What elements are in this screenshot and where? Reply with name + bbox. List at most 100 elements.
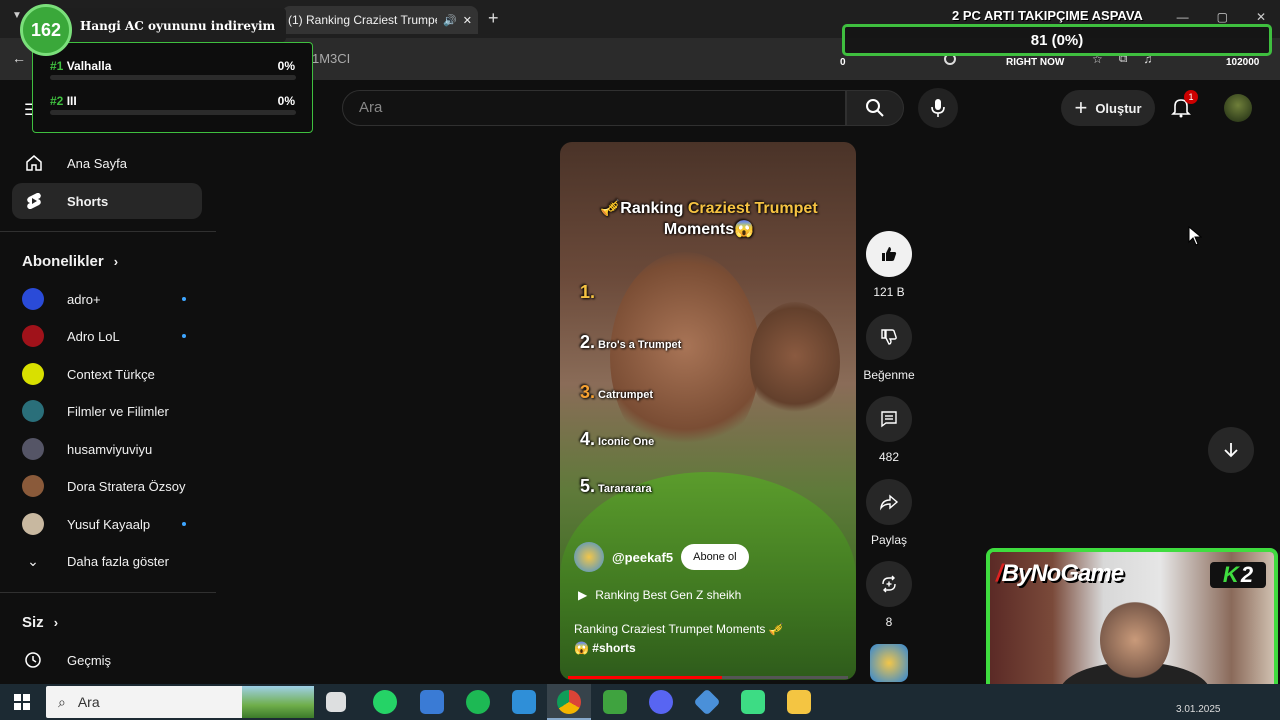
app-icon[interactable] (741, 690, 765, 714)
subscription-item[interactable]: Filmler ve Filimler (22, 396, 192, 426)
sidebar-divider (0, 592, 216, 593)
video-description[interactable]: Ranking Craziest Trumpet Moments 🎺 😱 #sh… (574, 620, 824, 658)
video-progress-bar[interactable] (568, 676, 848, 679)
dislike-button[interactable]: Beğenme (852, 314, 926, 382)
thumbs-up-icon (866, 231, 912, 277)
create-button[interactable]: + Oluştur (1061, 90, 1155, 126)
channel-avatar (22, 400, 44, 422)
subscription-item[interactable]: husamviyuviyu (22, 434, 192, 464)
channel-name: Dora Stratera Özsoy (67, 478, 186, 494)
discord-icon[interactable] (649, 690, 673, 714)
notifications-button[interactable]: 1 (1170, 90, 1198, 120)
new-content-dot (182, 297, 186, 301)
channel-name: Adro LoL (67, 328, 120, 344)
channel-handle[interactable]: @peekaf5 (612, 550, 673, 565)
taskbar-search-input[interactable]: ⌕ Ara (46, 686, 314, 718)
hashtag-link[interactable]: #shorts (592, 641, 635, 655)
account-avatar[interactable] (1224, 94, 1252, 122)
spotify-icon[interactable] (466, 690, 490, 714)
poll-question: Hangi AC oyununu indireyim (80, 19, 276, 33)
poll-vote-count: 162 (20, 4, 72, 56)
k2-letter: K (1222, 562, 1239, 587)
poll-option-percent: 0% (277, 94, 295, 108)
chrome-icon[interactable] (557, 690, 581, 714)
subscription-item[interactable]: Dora Stratera Özsoy (22, 471, 192, 501)
goal-progress-bar: 81 (0%) (842, 24, 1272, 56)
description-text: Ranking Craziest Trumpet Moments 🎺 (574, 622, 784, 636)
subscription-item[interactable]: Adro LoL (22, 321, 192, 351)
stream-poll-widget: #1 Valhalla 0% #2 III 0% (32, 42, 313, 133)
poll-option-rank: #1 (50, 59, 64, 73)
poll-option-percent: 0% (277, 59, 295, 73)
k2-number: 2 (1240, 562, 1254, 587)
sidebar-item-history[interactable]: Geçmiş (22, 645, 192, 675)
create-label: Oluştur (1095, 100, 1142, 116)
close-window-button[interactable]: ✕ (1256, 10, 1266, 24)
sound-thumbnail[interactable] (870, 644, 908, 682)
sidebar-item-shorts[interactable]: Shorts (12, 183, 202, 219)
channel-name: Yusuf Kayaalp (67, 516, 151, 532)
title-highlight: Craziest Trumpet (687, 200, 818, 217)
search-button[interactable] (846, 90, 904, 126)
windows-start-icon[interactable] (14, 694, 30, 710)
poll-option-rank: #2 (50, 94, 64, 108)
voice-search-button[interactable] (918, 88, 958, 128)
app-icon[interactable] (693, 688, 721, 716)
minecraft-icon[interactable] (603, 690, 627, 714)
you-title: Siz (22, 614, 44, 631)
next-video-button[interactable] (1208, 427, 1254, 473)
url-text[interactable]: 1M3CI (312, 51, 350, 66)
chevron-right-icon: › (113, 254, 119, 269)
browser-tab-active[interactable]: (1) Ranking Craziest Trumpet 🔊 ✕ (282, 6, 478, 34)
channel-avatar[interactable] (574, 542, 604, 572)
rank-item: 1. (580, 282, 598, 303)
task-view-icon[interactable] (326, 692, 346, 712)
subscribe-button[interactable]: Abone ol (681, 544, 749, 570)
show-more-button[interactable]: ⌄ Daha fazla göster (22, 546, 192, 576)
short-video-player[interactable]: 🎺Ranking Craziest Trumpet Moments😱 1. 2.… (560, 142, 856, 680)
like-button[interactable]: 121 B (862, 231, 916, 299)
streamer-face (1100, 600, 1170, 680)
title-text: Moments😱 (663, 221, 755, 238)
channel-avatar (22, 513, 44, 535)
you-heading[interactable]: Siz › (22, 614, 58, 631)
app-icon[interactable] (420, 690, 444, 714)
rank-number: 3. (580, 382, 596, 402)
windows-taskbar: ⌕ Ara (0, 684, 1280, 720)
remix-count: 8 (885, 615, 893, 629)
subscription-item[interactable]: adro+ (22, 284, 192, 314)
channel-avatar (22, 438, 44, 460)
share-button[interactable]: Paylaş (862, 479, 916, 547)
app-icon[interactable] (512, 690, 536, 714)
playlist-link[interactable]: ▶ Ranking Best Gen Z sheikh (578, 588, 741, 602)
rank-number: 5. (580, 476, 596, 496)
sidebar-item-home[interactable]: Ana Sayfa (12, 145, 202, 181)
sidebar-divider (0, 231, 216, 232)
subscription-item[interactable]: Yusuf Kayaalp (22, 509, 192, 539)
tab-search-chevron-icon[interactable]: ▼ (12, 10, 22, 21)
new-tab-button[interactable]: + (488, 8, 499, 29)
rank-number: 4. (580, 429, 596, 449)
file-explorer-icon[interactable] (787, 690, 811, 714)
like-count: 121 B (873, 285, 905, 299)
maximize-button[interactable]: ▢ (1217, 10, 1228, 24)
tab-title: (1) Ranking Craziest Trumpet (288, 13, 438, 27)
whatsapp-icon[interactable] (373, 690, 397, 714)
rank-text: Catrumpet (598, 389, 654, 401)
speaker-icon[interactable]: 🔊 (443, 14, 457, 27)
close-tab-icon[interactable]: ✕ (463, 14, 472, 27)
poll-option: #2 III 0% (50, 94, 296, 115)
remix-button[interactable]: 8 (862, 561, 916, 629)
goal-min: 0 (840, 57, 846, 68)
subscriptions-heading[interactable]: Abonelikler › (22, 253, 118, 270)
search-input[interactable]: Ara (342, 90, 846, 126)
minimize-button[interactable]: — (1177, 10, 1189, 24)
channel-avatar (22, 363, 44, 385)
description-emoji: 😱 (574, 641, 589, 655)
back-arrow-icon[interactable]: ← (12, 50, 26, 66)
channel-row: @peekaf5 Abone ol (574, 542, 749, 572)
comment-icon (866, 396, 912, 442)
rank-item: 4. Iconic One (580, 429, 654, 450)
subscription-item[interactable]: Context Türkçe (22, 359, 192, 389)
comments-button[interactable]: 482 (862, 396, 916, 464)
